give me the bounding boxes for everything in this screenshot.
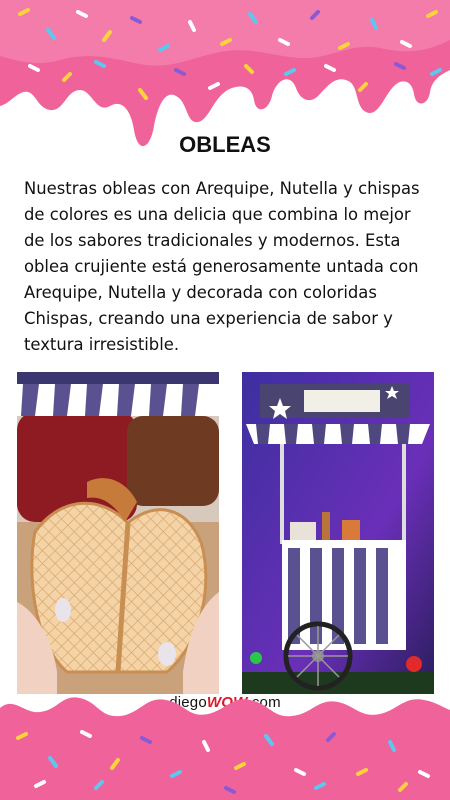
page-title: OBLEAS: [179, 132, 271, 157]
cart-photo: [242, 372, 434, 694]
bottom-frosting-decoration: [0, 697, 450, 800]
oblea-photo: [17, 372, 219, 694]
description-paragraph: Nuestras obleas con Arequipe, Nutella y …: [24, 179, 420, 354]
